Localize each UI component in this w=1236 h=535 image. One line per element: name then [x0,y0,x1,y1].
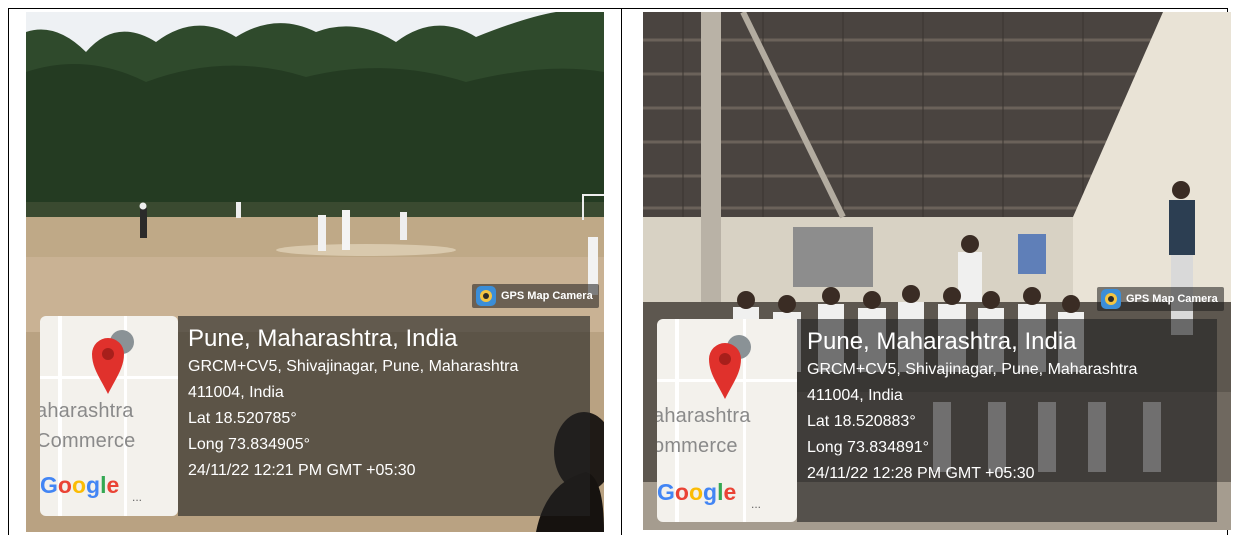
address-line: GRCM+CV5, Shivajinagar, Pune, Maharashtr… [188,358,519,375]
address-line: GRCM+CV5, Shivajinagar, Pune, Maharashtr… [807,361,1138,378]
place-title: Pune, Maharashtra, India [807,328,1077,355]
map-label-maharashtra: aharashtra [40,400,134,422]
place-title: Pune, Maharashtra, India [188,325,458,352]
badge-label: GPS Map Camera [1126,293,1218,305]
latitude: Lat 18.520883° [807,413,916,430]
map-dots: ... [751,497,762,511]
map-label-commerce: Commerce [40,430,136,452]
timestamp: 24/11/22 12:28 PM GMT +05:30 [807,465,1035,482]
gps-map-camera-badge: GPS Map Camera [1097,287,1224,311]
postal-line: 411004, India [807,387,903,404]
longitude: Long 73.834905° [188,436,311,453]
gps-map-camera-badge: GPS Map Camera [472,284,599,308]
latitude: Lat 18.520785° [188,410,297,427]
geotagged-photo-cricket-field: GPS Map Camera aharashtra Commerce Googl… [26,12,604,532]
map-pin-icon [709,335,751,399]
map-dots: ... [132,490,143,504]
timestamp: 24/11/22 12:21 PM GMT +05:30 [188,462,416,479]
table-border-middle [621,8,622,535]
map-label-maharashtra: aharashtra [657,405,751,427]
map-label-commerce: ommerce [657,435,738,457]
badge-label: GPS Map Camera [501,290,593,302]
table-border-top [8,8,1228,9]
photo-table: GPS Map Camera aharashtra Commerce Googl… [0,0,1236,535]
google-logo: Google [40,472,120,498]
location-map-thumbnail: aharashtra ommerce Google ... [657,319,797,522]
map-pin-icon [92,330,134,394]
google-logo: Google [657,479,737,505]
location-info-panel: Pune, Maharashtra, India GRCM+CV5, Shiva… [178,316,590,516]
gps-map-camera-icon [1101,289,1121,309]
longitude: Long 73.834891° [807,439,930,456]
location-map-thumbnail: aharashtra Commerce Google ... [40,316,178,516]
postal-line: 411004, India [188,384,284,401]
gps-map-camera-icon [476,286,496,306]
table-border-left [8,8,9,535]
location-info-panel: Pune, Maharashtra, India GRCM+CV5, Shiva… [797,319,1217,522]
geotagged-photo-team-group: GPS Map Camera aharashtra ommerce Google… [643,12,1231,530]
